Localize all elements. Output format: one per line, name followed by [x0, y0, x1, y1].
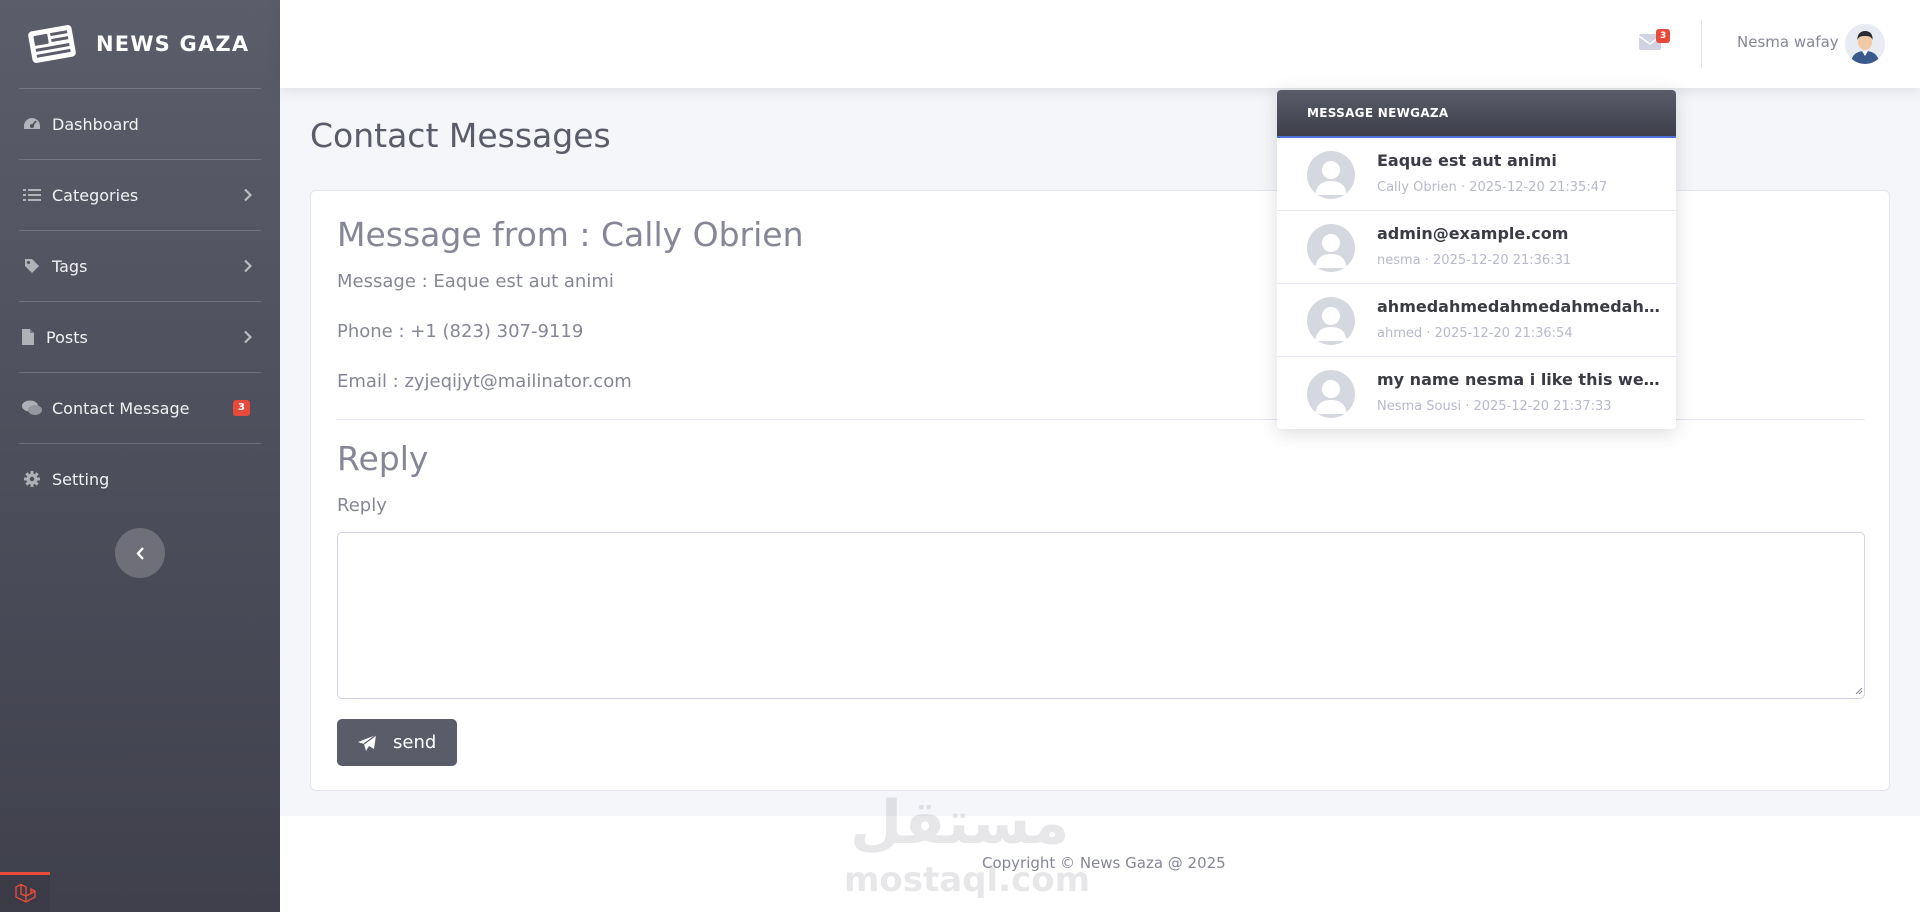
sidebar-item-label: Categories — [52, 185, 139, 205]
topbar: 3 Nesma wafay — [280, 0, 1920, 88]
sidebar-item-label: Posts — [46, 327, 88, 347]
sidebar: NEWS GAZA Dashboard Categories Tags Post… — [0, 0, 280, 912]
chevron-left-icon — [135, 546, 144, 560]
watermark-arabic: مستقل — [850, 788, 1070, 858]
send-button[interactable]: send — [337, 719, 457, 766]
dropdown-message-meta: Nesma Sousi · 2025-12-20 21:37:33 — [1377, 399, 1612, 414]
avatar — [1307, 224, 1355, 272]
sidebar-item-label: Tags — [52, 256, 88, 276]
list-icon — [22, 186, 42, 204]
chevron-right-icon — [244, 259, 252, 273]
dropdown-message-meta: Cally Obrien · 2025-12-20 21:35:47 — [1377, 180, 1608, 195]
paper-plane-icon — [358, 734, 377, 751]
topbar-divider — [1701, 20, 1702, 68]
messages-dropdown: MESSAGE NEWGAZA Eaque est aut animi Call… — [1277, 90, 1676, 429]
reply-heading: Reply — [337, 439, 429, 478]
sidebar-item-setting[interactable]: Setting — [0, 444, 280, 514]
avatar — [1307, 297, 1355, 345]
chevron-right-icon — [244, 330, 252, 344]
message-email: Email : zyjeqijyt@mailinator.com — [337, 371, 632, 392]
dropdown-message-title: ahmedahmedahmedahmedahm... — [1377, 297, 1662, 316]
tag-icon — [22, 257, 42, 275]
page-title: Contact Messages — [310, 116, 611, 155]
sidebar-item-label: Contact Message — [52, 398, 190, 418]
sidebar-item-label: Setting — [52, 469, 110, 489]
message-from-heading: Message from : Cally Obrien — [337, 215, 804, 254]
brand-name: NEWS GAZA — [96, 32, 250, 56]
send-button-label: send — [393, 732, 437, 753]
newspaper-icon — [28, 25, 76, 63]
dropdown-message-title: admin@example.com — [1377, 224, 1569, 243]
avatar — [1307, 151, 1355, 199]
avatar — [1307, 370, 1355, 418]
footer-copyright: Copyright © News Gaza @ 2025 — [982, 854, 1226, 872]
dropdown-message-meta: ahmed · 2025-12-20 21:36:54 — [1377, 326, 1573, 341]
mail-count-badge: 3 — [1656, 29, 1671, 43]
dropdown-message-meta: nesma · 2025-12-20 21:36:31 — [1377, 253, 1572, 268]
dropdown-message-title: Eaque est aut animi — [1377, 151, 1557, 170]
user-avatar-icon — [1845, 24, 1885, 64]
dropdown-message-item[interactable]: Eaque est aut animi Cally Obrien · 2025-… — [1277, 138, 1676, 211]
dropdown-message-title: my name nesma i like this websi... — [1377, 370, 1662, 389]
user-placeholder-icon — [1315, 161, 1347, 195]
chevron-right-icon — [244, 188, 252, 202]
sidebar-item-categories[interactable]: Categories — [0, 160, 280, 230]
sidebar-item-contact-message[interactable]: Contact Message 3 — [0, 373, 280, 443]
footer: مستقل mostaql.com Copyright © News Gaza … — [280, 788, 1920, 912]
sidebar-item-label: Dashboard — [52, 114, 139, 134]
avatar[interactable] — [1845, 24, 1885, 64]
dropdown-message-item[interactable]: my name nesma i like this websi... Nesma… — [1277, 357, 1676, 429]
sidebar-toggle-button[interactable] — [115, 528, 165, 578]
dropdown-message-item[interactable]: admin@example.com nesma · 2025-12-20 21:… — [1277, 211, 1676, 284]
user-placeholder-icon — [1315, 234, 1347, 268]
user-name[interactable]: Nesma wafay — [1737, 33, 1839, 51]
dropdown-header: MESSAGE NEWGAZA — [1277, 90, 1676, 138]
watermark: مستقل mostaql.com — [844, 788, 1090, 908]
contact-count-badge: 3 — [233, 400, 250, 416]
message-body: Message : Eaque est aut animi — [337, 271, 614, 292]
dropdown-message-item[interactable]: ahmedahmedahmedahmedahm... ahmed · 2025-… — [1277, 284, 1676, 357]
file-icon — [22, 328, 34, 346]
comments-icon — [22, 399, 42, 417]
user-placeholder-icon — [1315, 307, 1347, 341]
sidebar-item-tags[interactable]: Tags — [0, 231, 280, 301]
gear-icon — [22, 470, 42, 488]
laravel-logo-icon — [15, 883, 36, 903]
debugbar-toggle[interactable] — [0, 872, 50, 912]
resize-handle-icon[interactable] — [1855, 687, 1863, 695]
reply-label: Reply — [337, 495, 387, 516]
user-placeholder-icon — [1315, 380, 1347, 414]
reply-textarea[interactable] — [337, 532, 1865, 699]
brand[interactable]: NEWS GAZA — [0, 0, 280, 88]
dashboard-icon — [22, 115, 42, 133]
sidebar-item-dashboard[interactable]: Dashboard — [0, 89, 280, 159]
message-phone: Phone : +1 (823) 307-9119 — [337, 321, 584, 342]
sidebar-item-posts[interactable]: Posts — [0, 302, 280, 372]
